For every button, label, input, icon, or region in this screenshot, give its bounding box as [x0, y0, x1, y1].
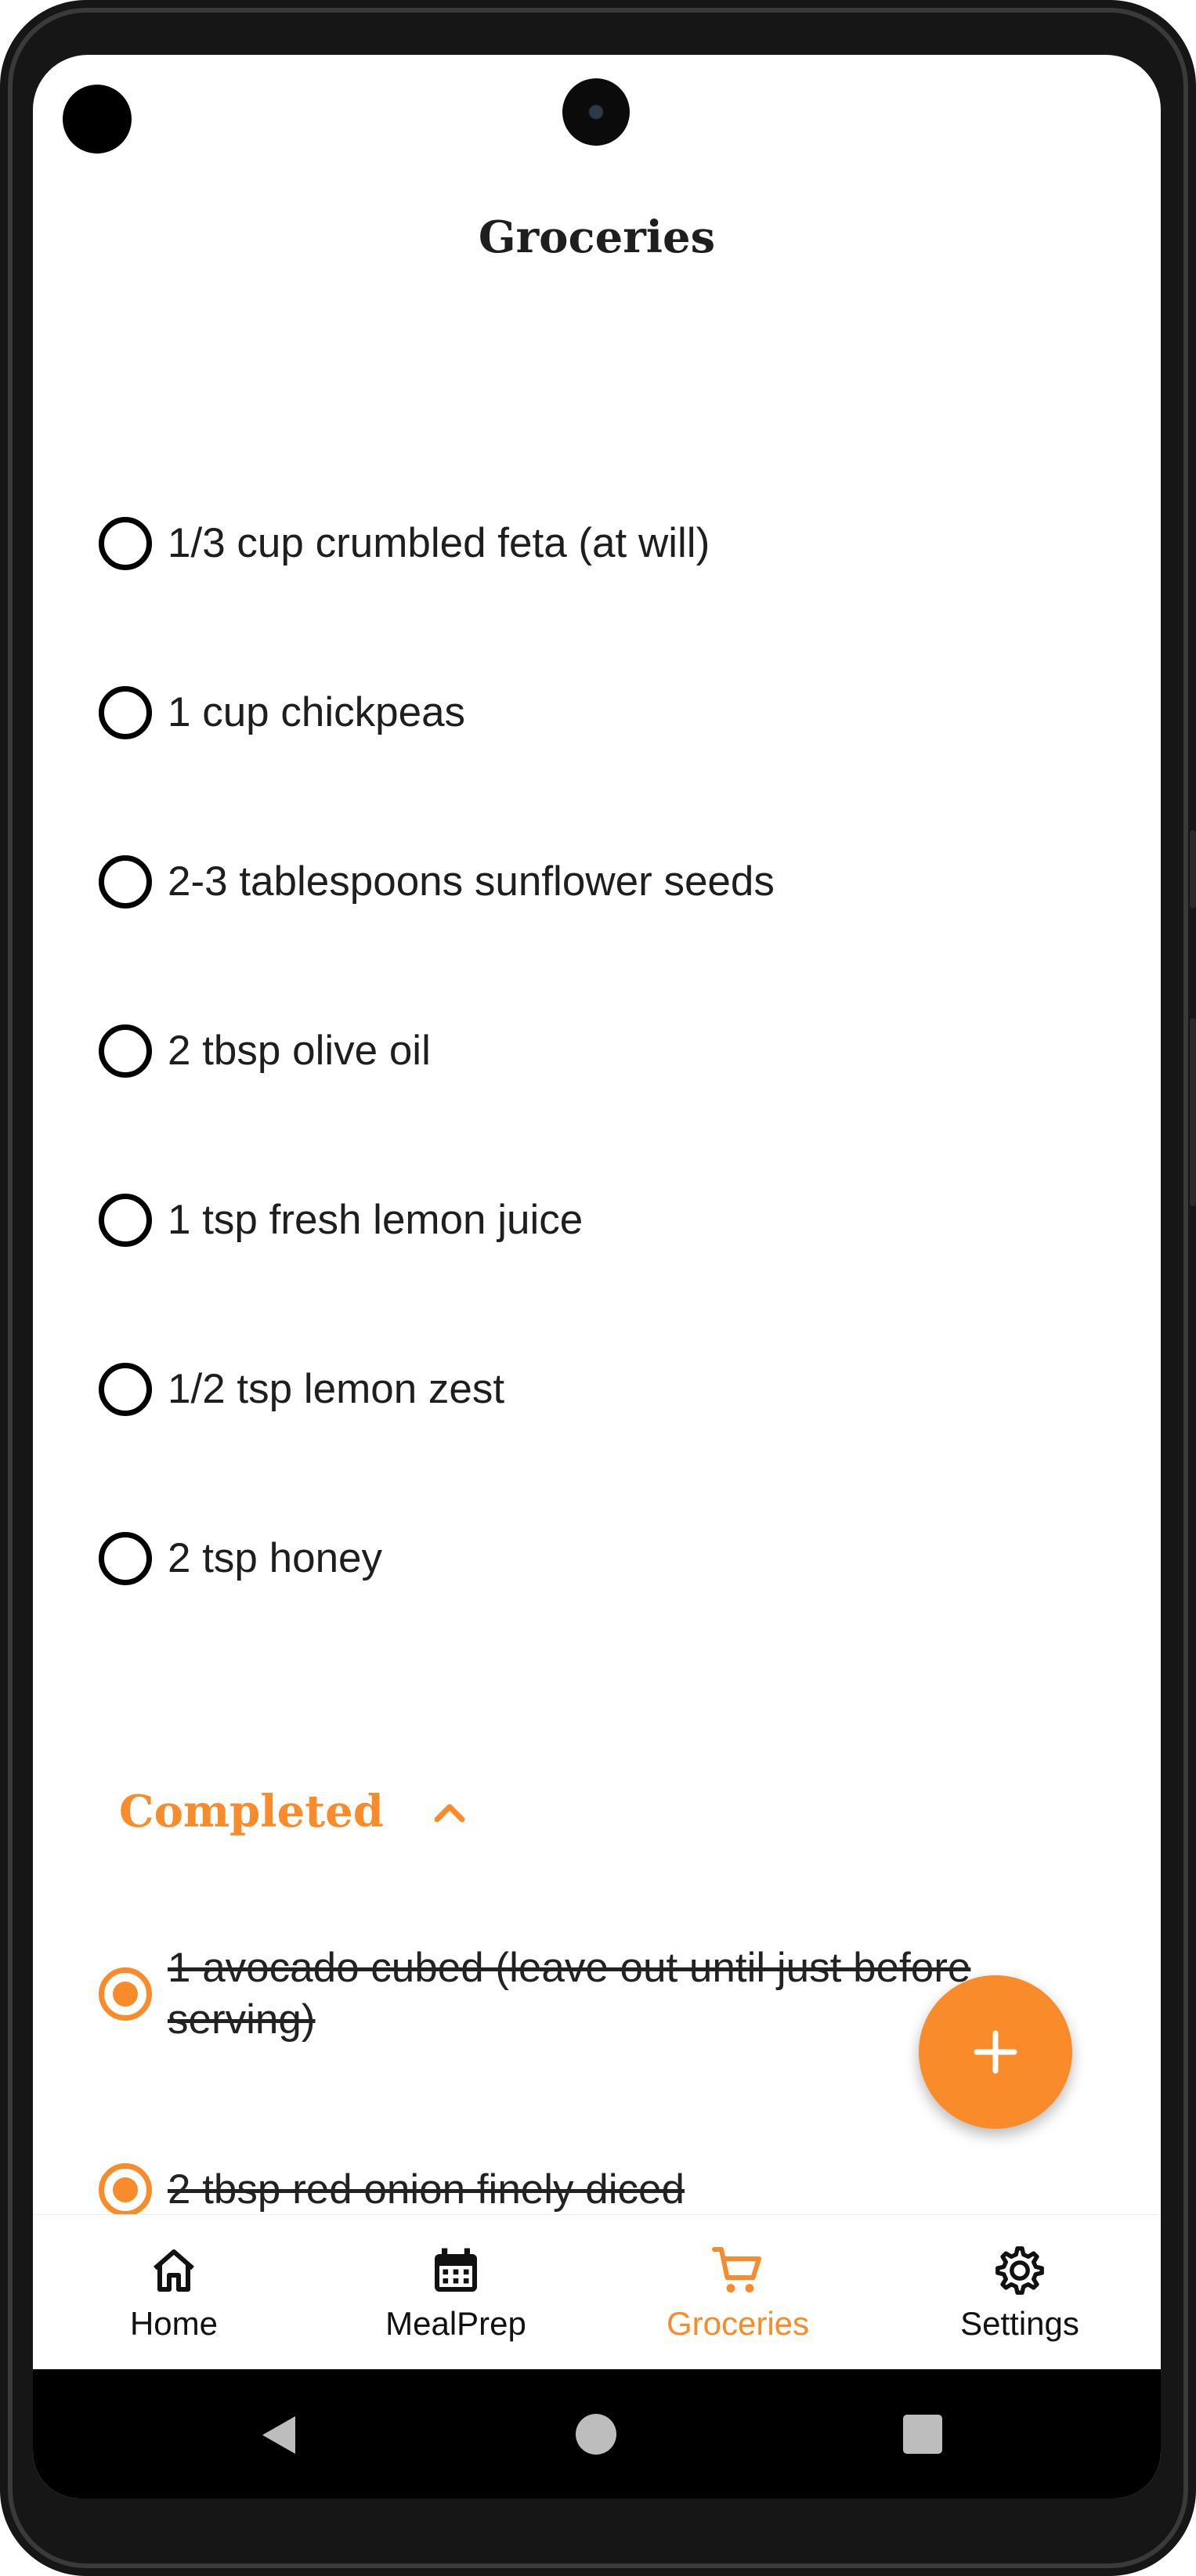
nav-item-mealprep[interactable]: MealPrep: [315, 2215, 597, 2370]
recents-square-icon[interactable]: [903, 2415, 942, 2454]
plus-icon: [974, 2030, 1017, 2074]
nav-label: Settings: [960, 2305, 1079, 2342]
home-circle-icon[interactable]: [576, 2414, 616, 2455]
home-icon: [154, 2249, 194, 2292]
nav-item-groceries[interactable]: Groceries: [597, 2215, 879, 2370]
back-triangle-icon[interactable]: [256, 2413, 300, 2457]
list-item[interactable]: 2 tsp honey: [99, 1532, 1129, 1585]
volume-button: [1190, 1018, 1196, 1206]
item-label: 2 tsp honey: [168, 1535, 383, 1581]
nav-item-settings[interactable]: Settings: [879, 2215, 1161, 2370]
cart-icon: [712, 2247, 761, 2292]
nav-label: Groceries: [666, 2305, 810, 2342]
radio-checked-icon[interactable]: [99, 1967, 152, 2021]
nav-item-home[interactable]: Home: [33, 2215, 315, 2370]
list-item[interactable]: 1 cup chickpeas: [99, 686, 1129, 739]
radio-unchecked-icon[interactable]: [99, 1024, 152, 1078]
nav-label: Home: [129, 2305, 219, 2342]
radio-unchecked-icon[interactable]: [99, 855, 152, 909]
list-item[interactable]: 1 tsp fresh lemon juice: [99, 1194, 1129, 1247]
radio-unchecked-icon[interactable]: [99, 1532, 152, 1585]
list-item[interactable]: 1/3 cup crumbled feta (at will): [99, 517, 1129, 570]
status-indicator: [63, 85, 132, 154]
item-label: 1 avocado cubed (leave out until just be…: [168, 1945, 971, 2043]
add-item-button[interactable]: [919, 1975, 1072, 2129]
item-label: 1/2 tsp lemon zest: [168, 1366, 505, 1412]
power-button: [1190, 830, 1196, 909]
item-label: 1/3 cup crumbled feta (at will): [168, 520, 710, 566]
front-camera: [562, 78, 630, 146]
list-item[interactable]: 2 tbsp olive oil: [99, 1024, 1129, 1078]
radio-unchecked-icon[interactable]: [99, 1363, 152, 1416]
completed-section-title: Completed: [119, 1786, 384, 1837]
item-label: 1 tsp fresh lemon juice: [168, 1197, 584, 1243]
chevron-up-icon: [434, 1804, 465, 1823]
item-label: 2 tbsp red onion finely diced: [168, 2166, 685, 2213]
list-item[interactable]: 2-3 tablespoons sunflower seeds: [99, 855, 1129, 909]
item-label: 2 tbsp olive oil: [168, 1028, 431, 1074]
app-screen: Groceries 1/3 cup crumbled feta (at will…: [33, 55, 1161, 2498]
radio-unchecked-icon[interactable]: [99, 686, 152, 739]
completed-list-item[interactable]: 2 tbsp red onion finely diced: [99, 2163, 1129, 2217]
completed-section-toggle[interactable]: Completed: [119, 1786, 468, 1837]
nav-label: MealPrep: [385, 2305, 526, 2342]
gear-icon: [995, 2246, 1044, 2295]
page-title: Groceries: [478, 211, 716, 263]
radio-unchecked-icon[interactable]: [99, 517, 152, 570]
item-label: 2-3 tablespoons sunflower seeds: [168, 858, 775, 905]
system-navigation-bar: [33, 2369, 1161, 2498]
bottom-navigation: Home MealPrep Groceries Settings: [33, 2214, 1161, 2370]
device-frame: Groceries 1/3 cup crumbled feta (at will…: [0, 0, 1196, 2576]
radio-checked-icon[interactable]: [99, 2163, 152, 2217]
list-item[interactable]: 1/2 tsp lemon zest: [99, 1363, 1129, 1416]
radio-unchecked-icon[interactable]: [99, 1194, 152, 1247]
item-label: 1 cup chickpeas: [168, 689, 466, 735]
calendar-icon: [435, 2248, 477, 2292]
